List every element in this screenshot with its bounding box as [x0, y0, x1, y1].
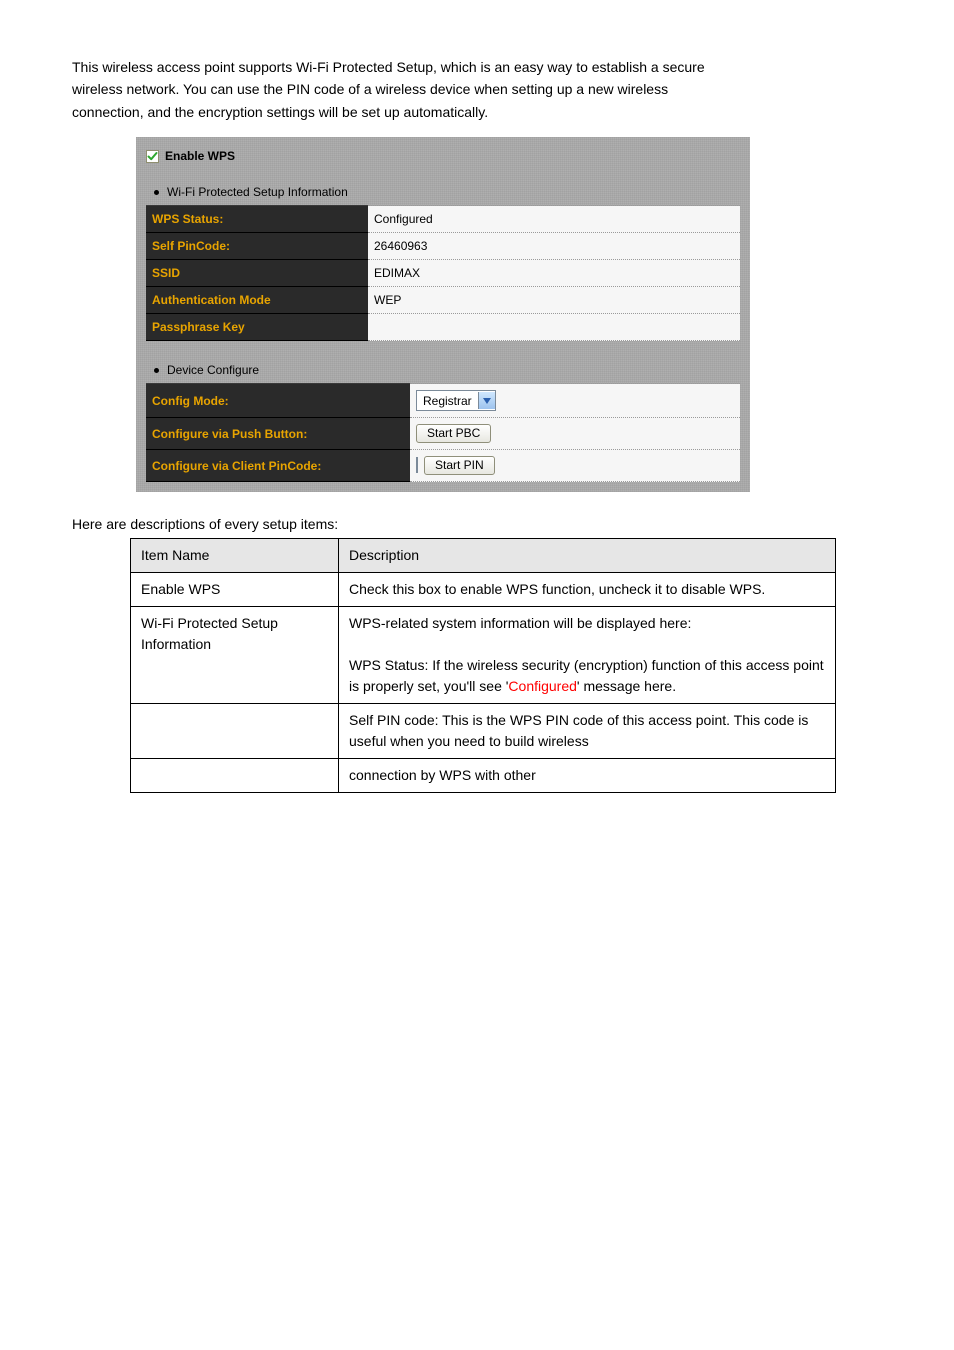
start-pin-button[interactable]: Start PIN [424, 456, 495, 475]
info-row-label: Self PinCode: [146, 233, 368, 260]
table-header-row: Item Name Description [131, 539, 836, 573]
desc-item-description: Self PIN code: This is the WPS PIN code … [339, 704, 836, 759]
device-configure-table: Config Mode: Registrar Configure via Pus… [146, 383, 740, 482]
desc-item-name [131, 759, 339, 793]
config-mode-value: Registrar [417, 394, 478, 408]
desc-item-description: connection by WPS with other [339, 759, 836, 793]
config-mode-select[interactable]: Registrar [416, 390, 496, 411]
table-row: Authentication ModeWEP [146, 287, 740, 314]
section-title: Device Configure [167, 363, 259, 377]
info-row-label: SSID [146, 260, 368, 287]
desc-item-name [131, 704, 339, 759]
info-row-value: EDIMAX [368, 260, 740, 287]
enable-wps-checkbox[interactable] [146, 150, 159, 163]
section-header-device-configure: Device Configure [146, 355, 740, 383]
info-row-value [368, 314, 740, 341]
table-row: Enable WPSCheck this box to enable WPS f… [131, 573, 836, 607]
configure-push-button-label: Configure via Push Button: [146, 418, 410, 450]
info-row-label: Authentication Mode [146, 287, 368, 314]
description-table: Item Name Description Enable WPSCheck th… [130, 538, 836, 793]
desc-intro: Here are descriptions of every setup ite… [72, 516, 738, 532]
desc-item-description: WPS-related system information will be d… [339, 607, 836, 704]
config-mode-label: Config Mode: [146, 384, 410, 418]
bullet-icon [154, 190, 159, 195]
info-row-value: Configured [368, 206, 740, 233]
wps-settings-panel: Enable WPS Wi-Fi Protected Setup Informa… [136, 137, 750, 492]
info-row-label: Passphrase Key [146, 314, 368, 341]
enable-wps-row: Enable WPS [146, 145, 740, 177]
info-row-value: 26460963 [368, 233, 740, 260]
info-row-value: WEP [368, 287, 740, 314]
table-row: WPS Status:Configured [146, 206, 740, 233]
chevron-down-icon [478, 392, 495, 409]
table-row: Self PinCode:26460963 [146, 233, 740, 260]
section-header-wps-info: Wi-Fi Protected Setup Information [146, 177, 740, 205]
intro-paragraph: This wireless access point supports Wi-F… [72, 56, 738, 123]
section-title: Wi-Fi Protected Setup Information [167, 185, 348, 199]
desc-item-name: Wi-Fi Protected Setup Information [131, 607, 339, 704]
wps-info-table: WPS Status:ConfiguredSelf PinCode:264609… [146, 205, 740, 341]
start-pbc-button[interactable]: Start PBC [416, 424, 491, 443]
desc-item-name: Enable WPS [131, 573, 339, 607]
client-pin-input[interactable] [416, 457, 418, 473]
bullet-icon [154, 368, 159, 373]
configure-client-pin-label: Configure via Client PinCode: [146, 450, 410, 482]
col-header-item: Item Name [131, 539, 339, 573]
table-row: SSIDEDIMAX [146, 260, 740, 287]
col-header-desc: Description [339, 539, 836, 573]
enable-wps-label: Enable WPS [165, 149, 235, 163]
desc-item-description: Check this box to enable WPS function, u… [339, 573, 836, 607]
table-row: Wi-Fi Protected Setup InformationWPS-rel… [131, 607, 836, 704]
table-row: connection by WPS with other [131, 759, 836, 793]
table-row: Self PIN code: This is the WPS PIN code … [131, 704, 836, 759]
table-row: Passphrase Key [146, 314, 740, 341]
info-row-label: WPS Status: [146, 206, 368, 233]
